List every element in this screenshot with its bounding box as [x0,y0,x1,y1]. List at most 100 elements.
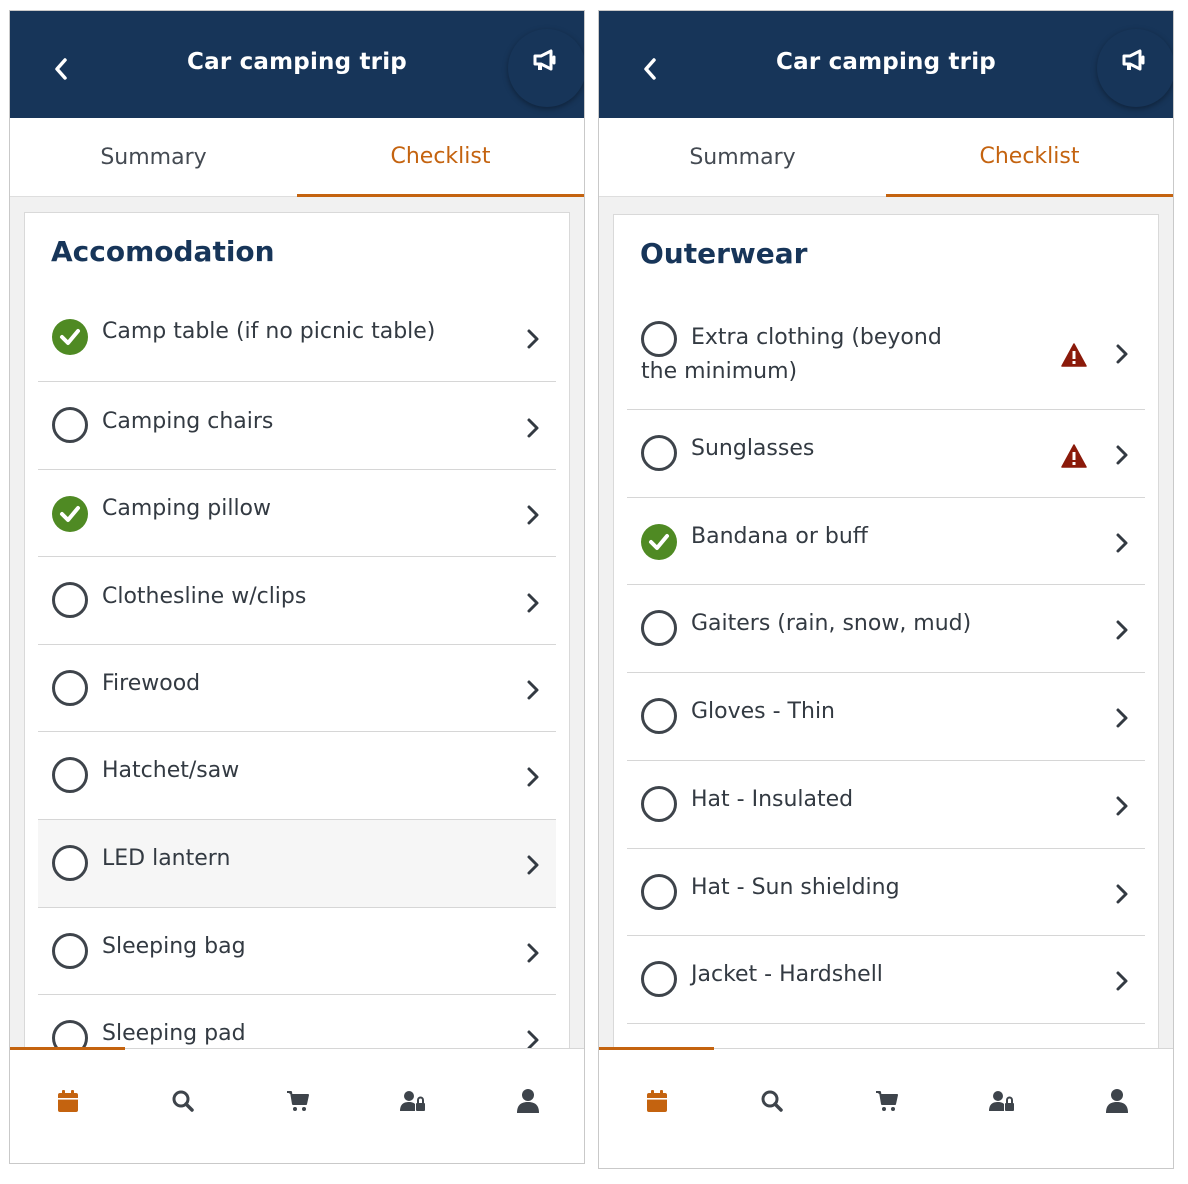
checklist-item[interactable]: Gaiters (rain, snow, mud) [627,585,1145,673]
item-label: Gaiters (rain, snow, mud) [691,611,972,636]
chevron-right-icon [527,418,539,438]
nav-users-lock[interactable] [944,1081,1059,1121]
nav-search[interactable] [125,1081,240,1121]
bottom-nav [599,1047,1173,1168]
warning-icon [1061,343,1087,367]
tab-summary[interactable]: Summary [599,118,886,197]
users-lock-icon [988,1091,1014,1111]
checklist-item[interactable]: Gloves - Thin [627,673,1145,761]
nav-search[interactable] [714,1081,829,1121]
checklist-item[interactable]: Hatchet/saw [38,732,556,820]
chevron-right-icon [527,505,539,525]
nav-profile[interactable] [470,1081,584,1121]
empty-circle-icon[interactable] [52,933,88,969]
megaphone-icon [1122,49,1145,71]
empty-circle-icon[interactable] [52,845,88,881]
chevron-right-icon [527,943,539,963]
page-title: Car camping trip [187,49,407,75]
checklist-item[interactable]: Sunglasses [627,410,1145,498]
empty-circle-icon[interactable] [641,698,677,734]
empty-circle-icon[interactable] [641,874,677,910]
checklist-card: Accomodation Camp table (if no picnic ta… [24,212,570,1163]
chevron-right-icon [1116,445,1128,465]
empty-circle-icon[interactable] [641,435,677,471]
checklist-item[interactable]: LED lantern [38,820,556,908]
section-title: Outerwear [640,237,808,270]
checklist-item[interactable]: Camping pillow [38,470,556,557]
chevron-right-icon [1116,796,1128,816]
chevron-right-icon [1116,971,1128,991]
warning-icon [1061,444,1087,468]
tab-checklist[interactable]: Checklist [297,118,584,197]
item-label: Camp table (if no picnic table) [102,319,436,344]
item-label: Jacket - Hardshell [691,962,883,987]
empty-circle-icon[interactable] [641,786,677,822]
empty-circle-icon[interactable] [641,610,677,646]
phone-screen-accomodation: Car camping trip Summary Checklist Accom… [9,10,585,1164]
chevron-right-icon [527,680,539,700]
nav-cart[interactable] [240,1081,355,1121]
item-label: Firewood [102,671,201,696]
cart-icon [286,1091,309,1111]
item-label: Hatchet/saw [102,758,240,783]
checklist-item[interactable]: Extra clothing (beyond the minimum) [627,297,1145,410]
search-icon [172,1090,194,1112]
section-title: Accomodation [51,235,275,268]
announcement-button[interactable] [508,29,584,107]
nav-calendar[interactable] [10,1081,125,1121]
page-title: Car camping trip [776,49,996,75]
user-icon [516,1089,539,1113]
item-label: LED lantern [102,846,231,871]
announcement-button[interactable] [1097,29,1173,107]
chevron-right-icon [1116,708,1128,728]
nav-calendar[interactable] [599,1081,714,1121]
calendar-icon [57,1090,78,1112]
tab-bar: Summary Checklist [599,118,1173,197]
users-lock-icon [399,1091,425,1111]
nav-profile[interactable] [1059,1081,1173,1121]
nav-cart[interactable] [829,1081,944,1121]
checklist-item[interactable]: Clothesline w/clips [38,557,556,645]
phone-screen-outerwear: Car camping trip Summary Checklist Outer… [598,10,1174,1169]
item-label: Camping pillow [102,496,272,521]
checklist-item[interactable]: Bandana or buff [627,498,1145,585]
empty-circle-icon[interactable] [52,582,88,618]
checklist-item[interactable]: Hat - Insulated [627,761,1145,849]
item-label: Sleeping bag [102,934,246,959]
nav-users-lock[interactable] [355,1081,470,1121]
checklist-item[interactable]: Sleeping bag [38,908,556,995]
item-label: Sleeping pad [102,1021,246,1046]
chevron-right-icon [1116,884,1128,904]
tab-checklist[interactable]: Checklist [886,118,1173,197]
item-label: Sunglasses [691,436,815,461]
chevron-right-icon [527,593,539,613]
empty-circle-icon[interactable] [52,407,88,443]
checked-circle-icon[interactable] [52,319,88,355]
tab-summary[interactable]: Summary [10,118,297,197]
checklist-item[interactable]: Firewood [38,645,556,732]
checklist-item[interactable]: Hat - Sun shielding [627,849,1145,936]
tab-bar: Summary Checklist [10,118,584,197]
chevron-right-icon [1116,344,1128,364]
chevron-right-icon [527,767,539,787]
item-label: Hat - Sun shielding [691,875,900,900]
empty-circle-icon[interactable] [52,757,88,793]
checked-circle-icon[interactable] [641,524,677,560]
chevron-right-icon [1116,620,1128,640]
item-label: Extra clothing (beyond the minimum) [641,325,942,384]
checklist-item[interactable]: Jacket - Hardshell [627,936,1145,1024]
item-label: Camping chairs [102,409,274,434]
item-label: Bandana or buff [691,524,868,549]
checklist-item[interactable]: Camp table (if no picnic table) [38,295,556,382]
nav-active-indicator [599,1047,714,1050]
chevron-right-icon [527,329,539,349]
empty-circle-icon[interactable] [641,961,677,997]
checklist: Camp table (if no picnic table) Camping … [38,295,556,1083]
checked-circle-icon[interactable] [52,496,88,532]
user-icon [1105,1089,1128,1113]
bottom-nav [10,1047,584,1163]
checklist-card: Outerwear Extra clothing (beyond the min… [613,214,1159,1168]
empty-circle-icon[interactable] [52,670,88,706]
checklist-item[interactable]: Camping chairs [38,382,556,470]
chevron-right-icon [527,855,539,875]
